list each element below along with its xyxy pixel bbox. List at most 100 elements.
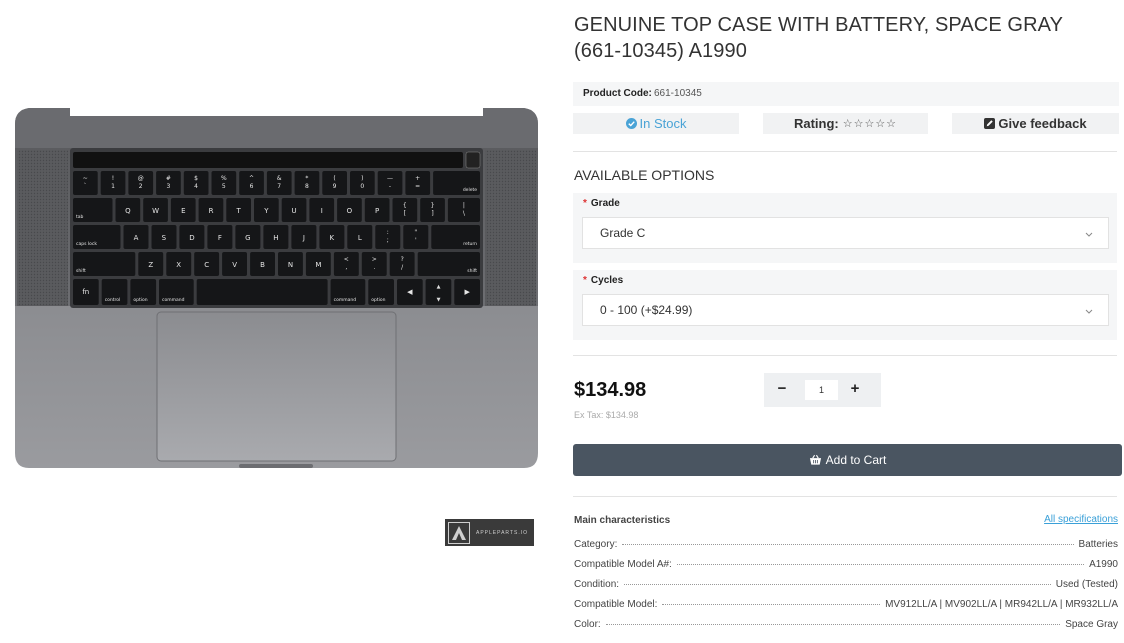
required-marker: * <box>583 275 587 286</box>
chevron-down-icon <box>1084 305 1094 319</box>
grade-select[interactable]: Grade C <box>582 217 1109 249</box>
keyboard-key-label: 8 <box>305 183 309 190</box>
keyboard-key-label: ~ <box>83 175 88 182</box>
keyboard-key-label: @ <box>138 175 144 182</box>
keyboard-key-label: , <box>345 264 347 271</box>
keyboard-key-label: D <box>189 234 194 242</box>
stock-label: In Stock <box>639 116 687 131</box>
keyboard-key-label: fn <box>82 288 89 296</box>
keyboard-key-label: W <box>152 207 159 215</box>
keyboard-key-label: return <box>463 241 477 247</box>
stock-status: In Stock <box>573 113 739 134</box>
all-specifications-link[interactable]: All specifications <box>1044 514 1118 525</box>
price: $134.98 <box>574 379 647 401</box>
keyboard-key-label: " <box>414 229 417 236</box>
keyboard-key-label: T <box>236 207 242 215</box>
keyboard-key-label: . <box>373 264 375 271</box>
keyboard-key-label: F <box>218 234 222 242</box>
logo-icon <box>448 521 470 544</box>
keyboard-key-label: ▲ <box>437 284 441 290</box>
keyboard-key-label: N <box>288 261 293 269</box>
keyboard-key-label: C <box>204 261 209 269</box>
spec-dots <box>662 604 881 605</box>
divider <box>573 151 1117 152</box>
keyboard-key-label: ` <box>84 183 87 190</box>
keyboard-key-label: H <box>273 234 278 242</box>
keyboard-key-label: 2 <box>139 183 143 190</box>
cycles-label: * Cycles <box>583 275 623 286</box>
spec-value: Space Gray <box>1065 619 1118 630</box>
keyboard-key-label: ( <box>333 175 335 182</box>
spec-dots <box>622 544 1074 545</box>
product-code-value: 661-10345 <box>654 88 702 99</box>
keyboard-key-label: G <box>245 234 250 242</box>
grade-label-text: Grade <box>590 198 620 209</box>
minus-icon[interactable]: − <box>773 380 791 398</box>
give-feedback-button[interactable]: Give feedback <box>952 113 1119 134</box>
keyboard-key-label: ) <box>361 175 363 182</box>
keyboard-key-label: { <box>403 202 407 209</box>
keyboard-key-label: & <box>277 175 282 182</box>
ex-tax-price: Ex Tax: $134.98 <box>574 410 639 420</box>
spec-row: Color: Space Gray <box>574 619 1118 633</box>
cart-icon <box>809 454 821 465</box>
spec-row: Compatible Model A#: A1990 <box>574 559 1118 573</box>
keyboard-key-label: command <box>162 297 185 303</box>
specs-heading: Main characteristics <box>574 515 671 526</box>
product-code-row: Product Code: 661-10345 <box>573 82 1119 106</box>
keyboard-key-label: shift <box>467 268 477 274</box>
cycles-option: * Cycles 0 - 100 (+$24.99) <box>573 270 1117 340</box>
plus-icon[interactable]: + <box>846 380 864 398</box>
keyboard-key-label: Z <box>148 261 153 269</box>
keyboard-key-label: — <box>387 175 393 182</box>
keyboard-key-label: S <box>162 234 167 242</box>
keyboard-key-label: caps lock <box>76 241 97 247</box>
keyboard-key-label: B <box>260 261 265 269</box>
cycles-select[interactable]: 0 - 100 (+$24.99) <box>582 294 1109 326</box>
keyboard-key-label: option <box>133 297 147 303</box>
options-heading: AVAILABLE OPTIONS <box>574 167 715 183</box>
keyboard-key-label: ◀ <box>407 288 413 296</box>
spec-row: Compatible Model: MV912LL/A | MV902LL/A |… <box>574 599 1118 613</box>
spec-key: Compatible Model A#: <box>574 559 672 570</box>
keyboard-key-label: I <box>321 207 323 215</box>
keyboard-key-label: shift <box>76 268 86 274</box>
keyboard-key-label: ! <box>112 175 114 182</box>
add-to-cart-button[interactable]: Add to Cart <box>573 444 1122 476</box>
give-feedback-label: Give feedback <box>998 116 1087 131</box>
rating-stars[interactable]: ☆☆☆☆☆ <box>843 117 897 130</box>
keyboard-key-label: control <box>105 297 121 303</box>
keyboard-key-label: X <box>176 261 181 269</box>
keyboard-key-label: - <box>389 183 391 190</box>
cycles-select-value: 0 - 100 (+$24.99) <box>600 303 693 317</box>
keyboard-key-label: E <box>181 207 185 215</box>
edit-icon <box>984 118 996 129</box>
keyboard-key-label: < <box>344 256 349 263</box>
keyboard-key-label: delete <box>463 187 477 193</box>
keyboard-key-label: : <box>387 229 389 236</box>
keyboard-key-label: M <box>315 261 321 269</box>
spec-row: Condition: Used (Tested) <box>574 579 1118 593</box>
keyboard-key-label: | <box>463 202 465 209</box>
chevron-down-icon <box>1084 228 1094 242</box>
keyboard-key-label: 5 <box>222 183 226 190</box>
brand-logo: APPLEPARTS.IO <box>445 519 534 546</box>
add-to-cart-label: Add to Cart <box>825 453 887 467</box>
product-image-area: ~ `! 1 @2 #3 $4% 5 ^ 6 & 7 * 8 (9) 0 — - + = delete tab Q W E R T… <box>0 0 560 643</box>
quantity-input[interactable] <box>805 380 838 400</box>
grade-option: * Grade Grade C <box>573 193 1117 263</box>
keyboard-key-label: Y <box>263 207 269 215</box>
keyboard-key-label: % <box>221 175 227 182</box>
product-image[interactable]: ~`!1 @2 #3 $4%5 ^6 &7 *8 (9)0 —- += delete tab Q W E R T… <box>15 108 538 468</box>
keyboard-key-label: + <box>415 175 420 182</box>
keyboard: ~`!1 @2 #3 $4%5 ^6 &7 *8 (9)0 —- += delete tab Q W E R T… <box>73 171 480 305</box>
keyboard-key-label: 9 <box>333 183 337 190</box>
keyboard-key-label: * <box>305 175 308 182</box>
keyboard-key-label: option <box>371 297 385 303</box>
keyboard-key-label: L <box>358 234 362 242</box>
grade-label: * Grade <box>583 198 620 209</box>
keyboard-key-label: ▶ <box>465 288 471 296</box>
cycles-label-text: Cycles <box>590 275 624 286</box>
rating-label: Rating: <box>793 116 839 131</box>
spec-key: Compatible Model: <box>574 599 658 610</box>
